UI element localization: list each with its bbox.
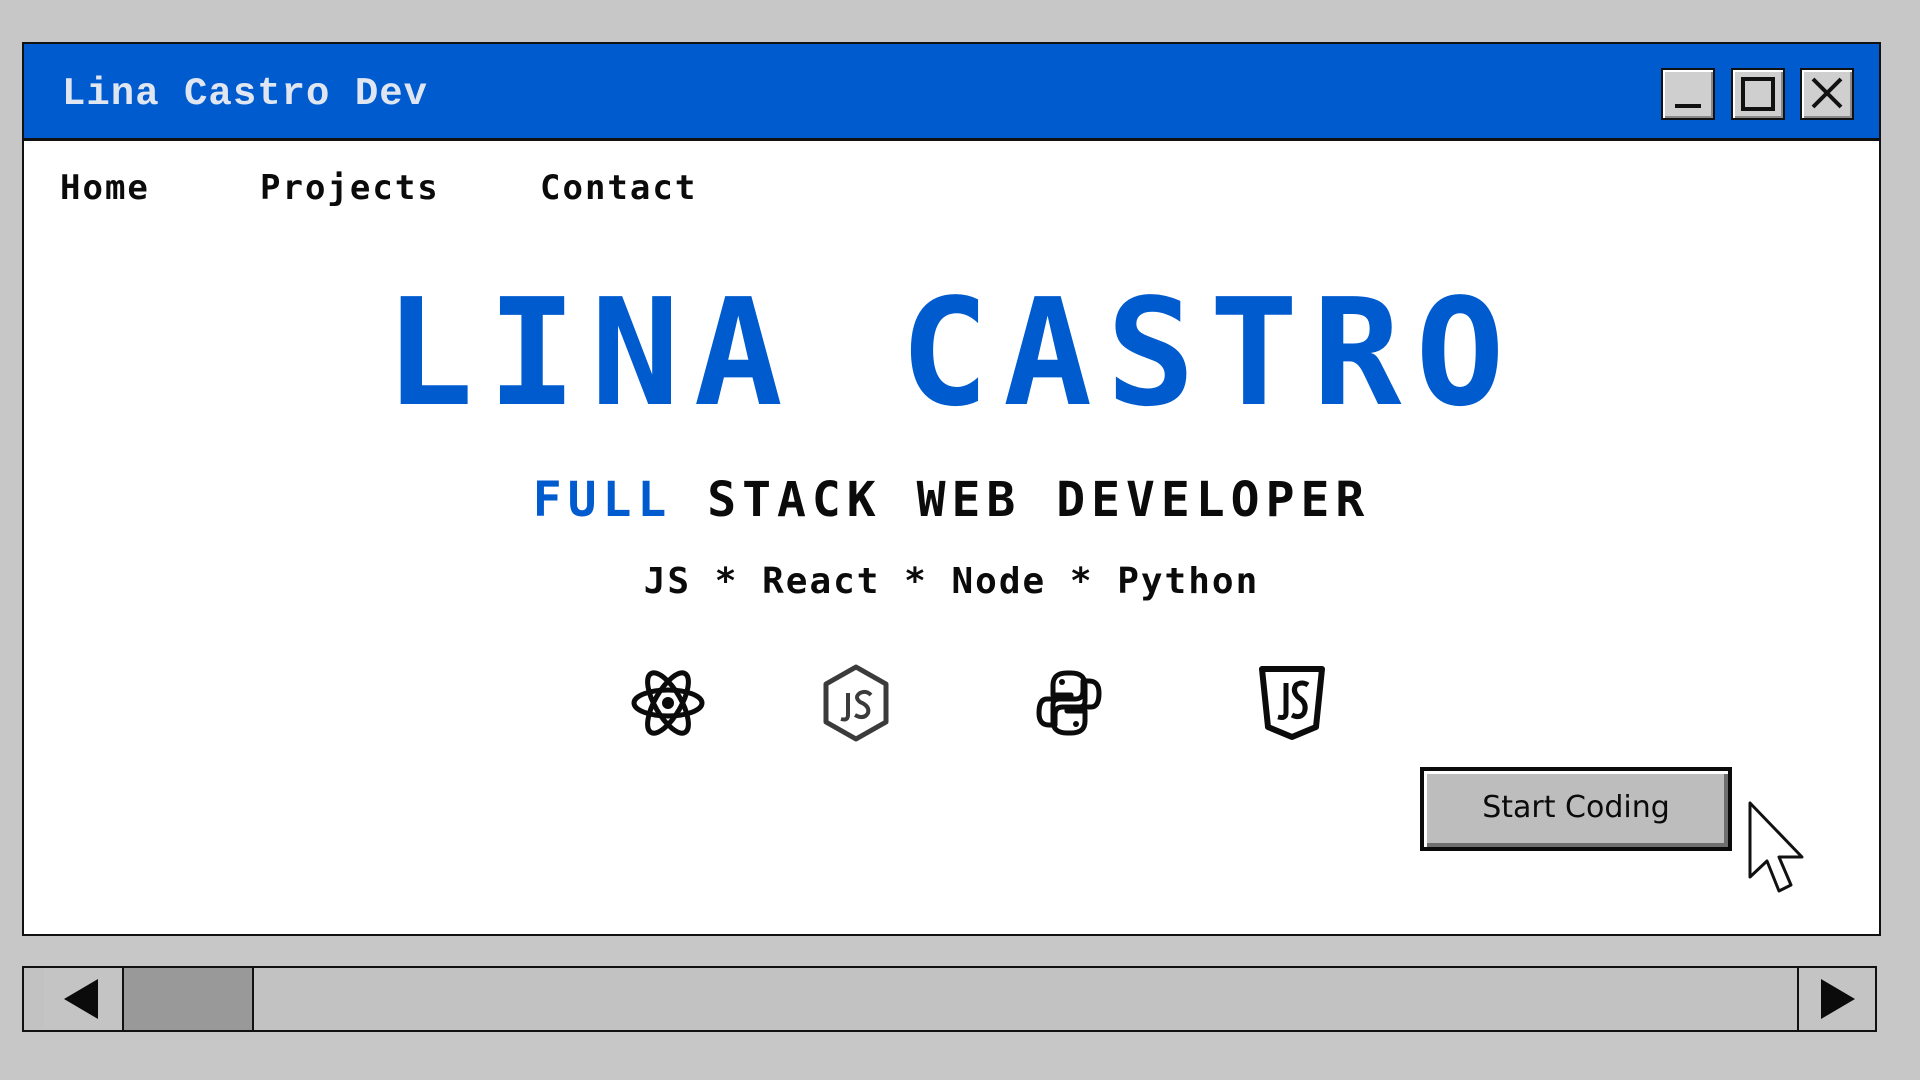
maximize-button[interactable] [1731, 68, 1785, 120]
hero-subtitle: FULL STACK WEB DEVELOPER [24, 472, 1879, 528]
scrollbar-thumb[interactable] [124, 968, 254, 1030]
subtitle-rest: STACK WEB DEVELOPER [707, 472, 1371, 528]
start-coding-button[interactable]: Start Coding [1420, 767, 1732, 851]
maximize-icon [1741, 77, 1775, 111]
subtitle-accent: FULL [532, 472, 673, 528]
scrollbar-edge [24, 968, 46, 1030]
hero-name: LINA CASTRO [384, 267, 1519, 439]
react-icon [631, 670, 705, 736]
nav-contact[interactable]: Contact [540, 168, 697, 208]
title-bar[interactable]: Lina Castro Dev [24, 44, 1879, 141]
close-button[interactable] [1800, 68, 1854, 120]
nodejs-icon [823, 664, 889, 742]
horizontal-scrollbar[interactable] [22, 966, 1877, 1032]
python-icon [1036, 670, 1102, 736]
browser-window: Lina Castro Dev Home Projects Contact LI… [22, 42, 1881, 936]
arrow-left-icon [64, 979, 98, 1019]
nav-home[interactable]: Home [60, 168, 150, 208]
nav-projects[interactable]: Projects [260, 168, 440, 208]
scroll-left-button[interactable] [44, 968, 124, 1030]
tech-stack-line: JS * React * Node * Python [643, 561, 1260, 602]
close-icon [1811, 77, 1843, 109]
minimize-button[interactable] [1661, 68, 1715, 120]
mouse-pointer-icon [1748, 801, 1804, 893]
window-title: Lina Castro Dev [62, 72, 429, 116]
arrow-right-icon [1821, 979, 1855, 1019]
minimize-icon [1675, 104, 1701, 108]
scroll-right-button[interactable] [1797, 968, 1875, 1030]
javascript-icon [1259, 666, 1325, 740]
